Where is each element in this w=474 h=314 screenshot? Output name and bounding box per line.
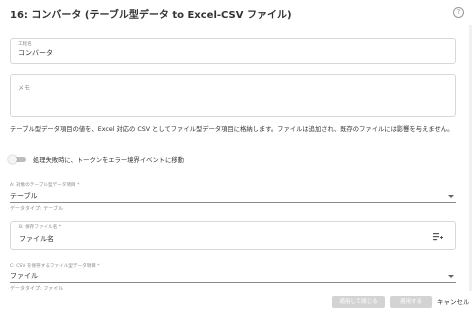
field-c-select[interactable]: ファイル <box>10 271 38 281</box>
chevron-down-icon[interactable] <box>448 195 454 198</box>
help-icon[interactable]: ? <box>453 7 464 18</box>
apply-button[interactable]: 適用する <box>390 296 432 308</box>
memo-field[interactable]: メモ <box>10 74 456 117</box>
insert-variable-icon[interactable] <box>433 233 443 241</box>
memo-label: メモ <box>18 85 31 92</box>
field-c-label: C: CSV を保存するファイル型データ項目 * <box>10 264 100 269</box>
field-c-hint: データタイプ: ファイル <box>10 286 64 292</box>
step-name-field[interactable]: 工程名 コンバータ <box>10 38 456 64</box>
step-name-input[interactable]: コンバータ <box>18 48 53 58</box>
field-a-hint: データタイプ: テーブル <box>10 206 63 212</box>
description-text: テーブル型データ項目の値を、Excel 対応の CSV としてファイル型データ項… <box>10 126 454 133</box>
field-a-label: A: 対象のテーブル型データ項目 * <box>10 183 80 188</box>
toggle-label: 処理失敗時に、トークンをエラー境界イベントに移動 <box>33 157 184 164</box>
file-name-field[interactable]: B: 保存ファイル名 * ファイル名 <box>10 221 456 250</box>
error-boundary-toggle[interactable] <box>8 155 26 164</box>
scrollbar[interactable] <box>469 25 472 291</box>
field-a-select[interactable]: テーブル <box>10 191 38 201</box>
chevron-down-icon[interactable] <box>448 275 454 278</box>
dialog-title: 16: コンバータ (テーブル型データ to Excel-CSV ファイル) <box>10 10 292 21</box>
cancel-button[interactable]: キャンセル <box>437 296 470 308</box>
field-c-underline <box>10 282 456 283</box>
file-name-input[interactable]: ファイル名 <box>19 234 54 244</box>
step-name-label: 工程名 <box>18 42 32 47</box>
toggle-knob <box>8 155 17 164</box>
apply-close-button[interactable]: 適用して閉じる <box>332 296 385 308</box>
file-name-label: B: 保存ファイル名 * <box>19 225 62 230</box>
field-a-underline <box>10 202 456 203</box>
